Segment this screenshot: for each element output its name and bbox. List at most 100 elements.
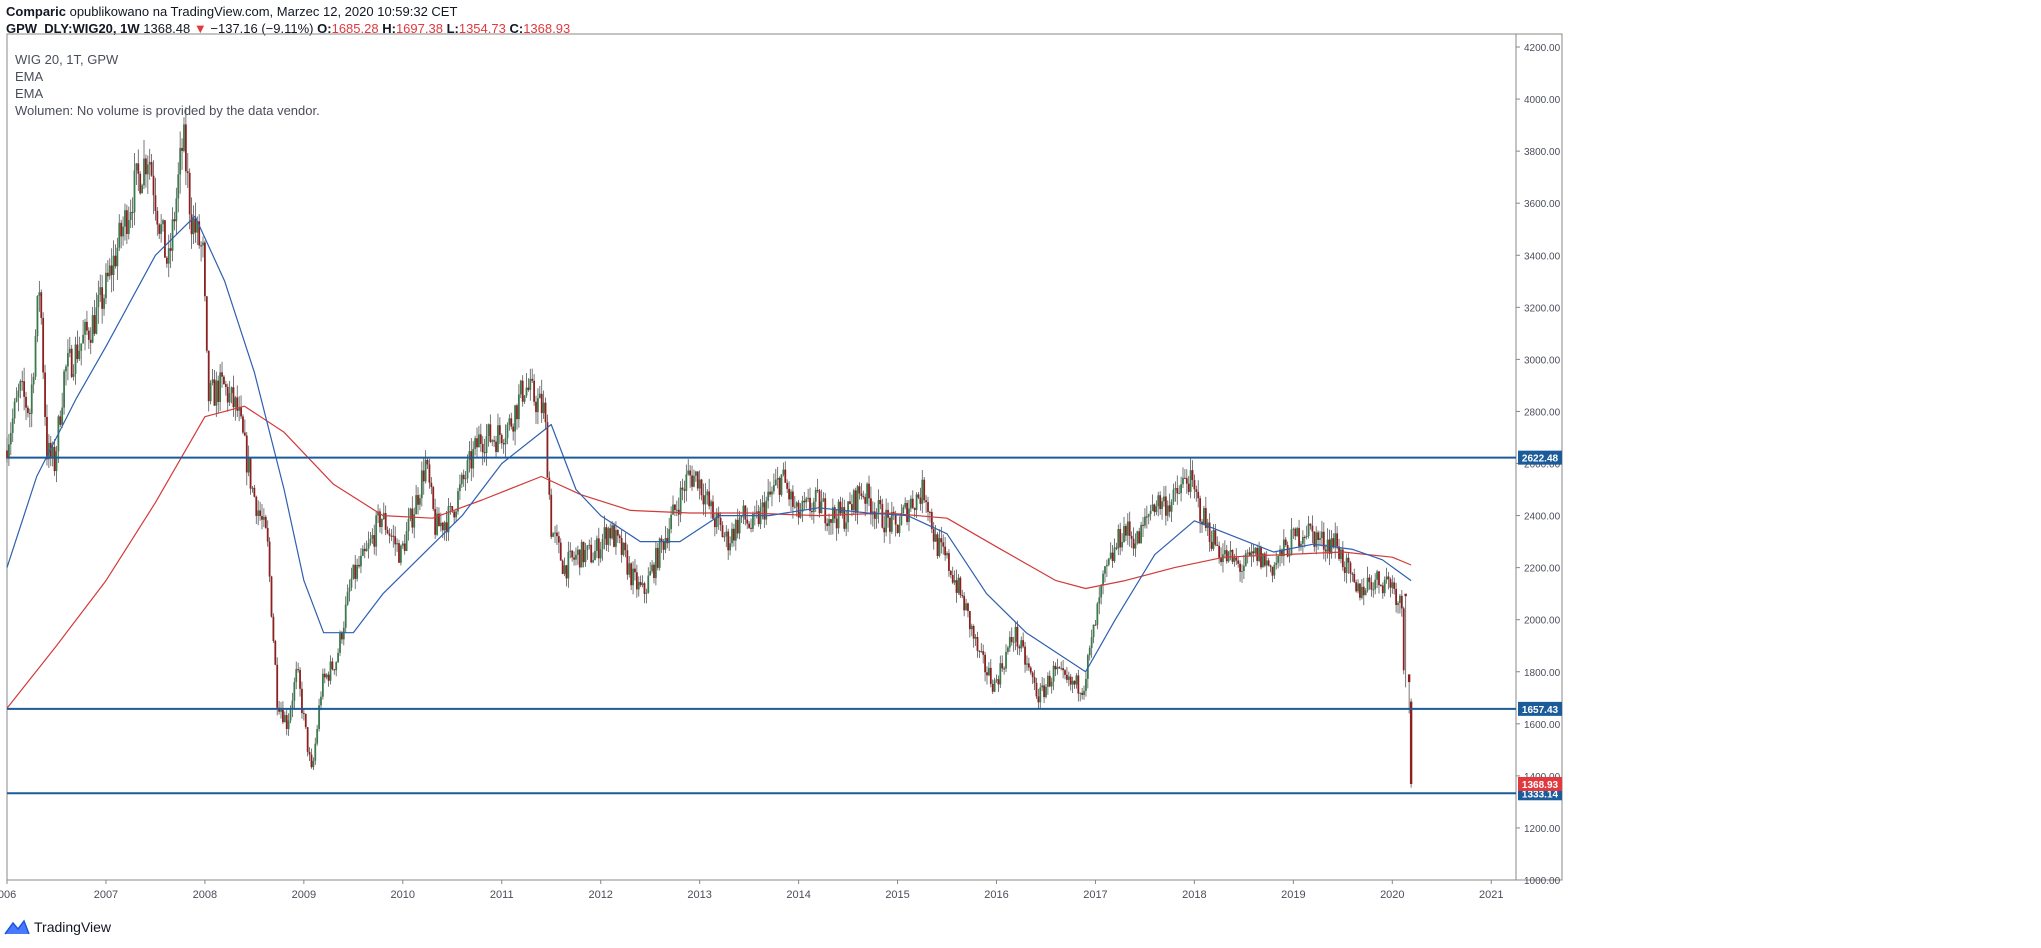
candle [354, 555, 357, 590]
candle [1085, 672, 1087, 697]
candle [192, 205, 195, 244]
candle [978, 650, 981, 659]
candle [158, 223, 161, 239]
candle [664, 526, 667, 554]
candle [228, 381, 231, 407]
candle [830, 519, 832, 535]
candle [523, 395, 526, 405]
candle [1307, 515, 1310, 539]
candle [721, 521, 724, 538]
y-tick-label: 1000.00 [1524, 876, 1561, 887]
candle [1041, 677, 1044, 692]
legend-volume[interactable]: Wolumen: No volume is provided by the da… [15, 102, 320, 119]
candle [1393, 577, 1396, 595]
candle [588, 539, 591, 550]
candle [42, 312, 45, 380]
candle [972, 624, 975, 648]
candle [849, 492, 851, 505]
candle [9, 422, 12, 456]
candle [1326, 528, 1329, 559]
candle [105, 263, 107, 305]
price-chart[interactable]: 1000.001200.001400.001600.001800.002000.… [0, 0, 2041, 948]
candle [997, 675, 1000, 693]
candle [339, 630, 341, 656]
candle [443, 520, 446, 541]
candle [61, 392, 64, 429]
candle [148, 148, 151, 180]
candle [887, 502, 889, 528]
candle [255, 495, 258, 524]
candle [19, 379, 22, 399]
candle [257, 500, 260, 526]
candle [620, 528, 623, 563]
candle [1349, 560, 1352, 583]
candle [1050, 677, 1053, 694]
y-tick-label: 2400.00 [1524, 512, 1561, 523]
candle [430, 477, 433, 495]
tradingview-name: TradingView [34, 919, 112, 935]
candle [420, 461, 423, 507]
candle [11, 408, 14, 443]
candle [1210, 530, 1213, 552]
candle [458, 474, 461, 500]
candle [401, 540, 404, 549]
candle [194, 202, 197, 243]
candle [1341, 541, 1344, 571]
candle [66, 339, 69, 381]
candle [519, 379, 522, 398]
candle [554, 525, 556, 544]
x-tick-label: 2009 [292, 889, 316, 901]
candle [828, 513, 830, 535]
tradingview-logo-icon [4, 919, 30, 935]
candle [1121, 533, 1123, 552]
legend-ema-fast[interactable]: EMA [15, 68, 320, 85]
candle [74, 336, 77, 385]
x-tick-label: 2013 [687, 889, 711, 901]
candle [63, 369, 65, 415]
candle [453, 510, 456, 524]
candle [285, 708, 288, 736]
candle [660, 535, 663, 554]
candle [1105, 559, 1108, 577]
candle [508, 414, 511, 431]
candle [318, 698, 320, 732]
candle [1164, 485, 1167, 526]
candle [32, 372, 35, 394]
candle [843, 499, 846, 532]
candle [213, 370, 216, 406]
candle [987, 662, 990, 677]
legend-ema-slow[interactable]: EMA [15, 85, 320, 102]
legend-title[interactable]: WIG 20, 1T, GPW [15, 51, 320, 68]
candle [1140, 521, 1143, 544]
candle [472, 441, 475, 478]
candle [1056, 658, 1059, 675]
candle [953, 570, 956, 586]
candle [1397, 600, 1399, 614]
candle [165, 256, 168, 268]
candle [1402, 606, 1405, 675]
candle [221, 361, 223, 388]
candle [765, 496, 768, 525]
candle [605, 523, 608, 551]
y-tick-label: 3200.00 [1524, 303, 1561, 314]
candle [1379, 583, 1382, 587]
x-tick-label: 2008 [193, 889, 217, 901]
candle [243, 419, 246, 437]
candle [1066, 666, 1068, 683]
candle [30, 373, 33, 428]
candle [1151, 494, 1154, 512]
tradingview-branding[interactable]: TradingView [4, 919, 111, 935]
candle [40, 289, 43, 325]
candle [1075, 673, 1078, 689]
candle [1218, 541, 1221, 564]
candle [1242, 554, 1245, 580]
candle [1096, 602, 1099, 630]
candle [445, 511, 448, 542]
candle [613, 522, 615, 548]
candle [181, 138, 183, 170]
candle [502, 439, 505, 454]
candle [915, 492, 918, 519]
candle [822, 492, 825, 503]
candle [1241, 564, 1243, 583]
candle [55, 445, 58, 483]
